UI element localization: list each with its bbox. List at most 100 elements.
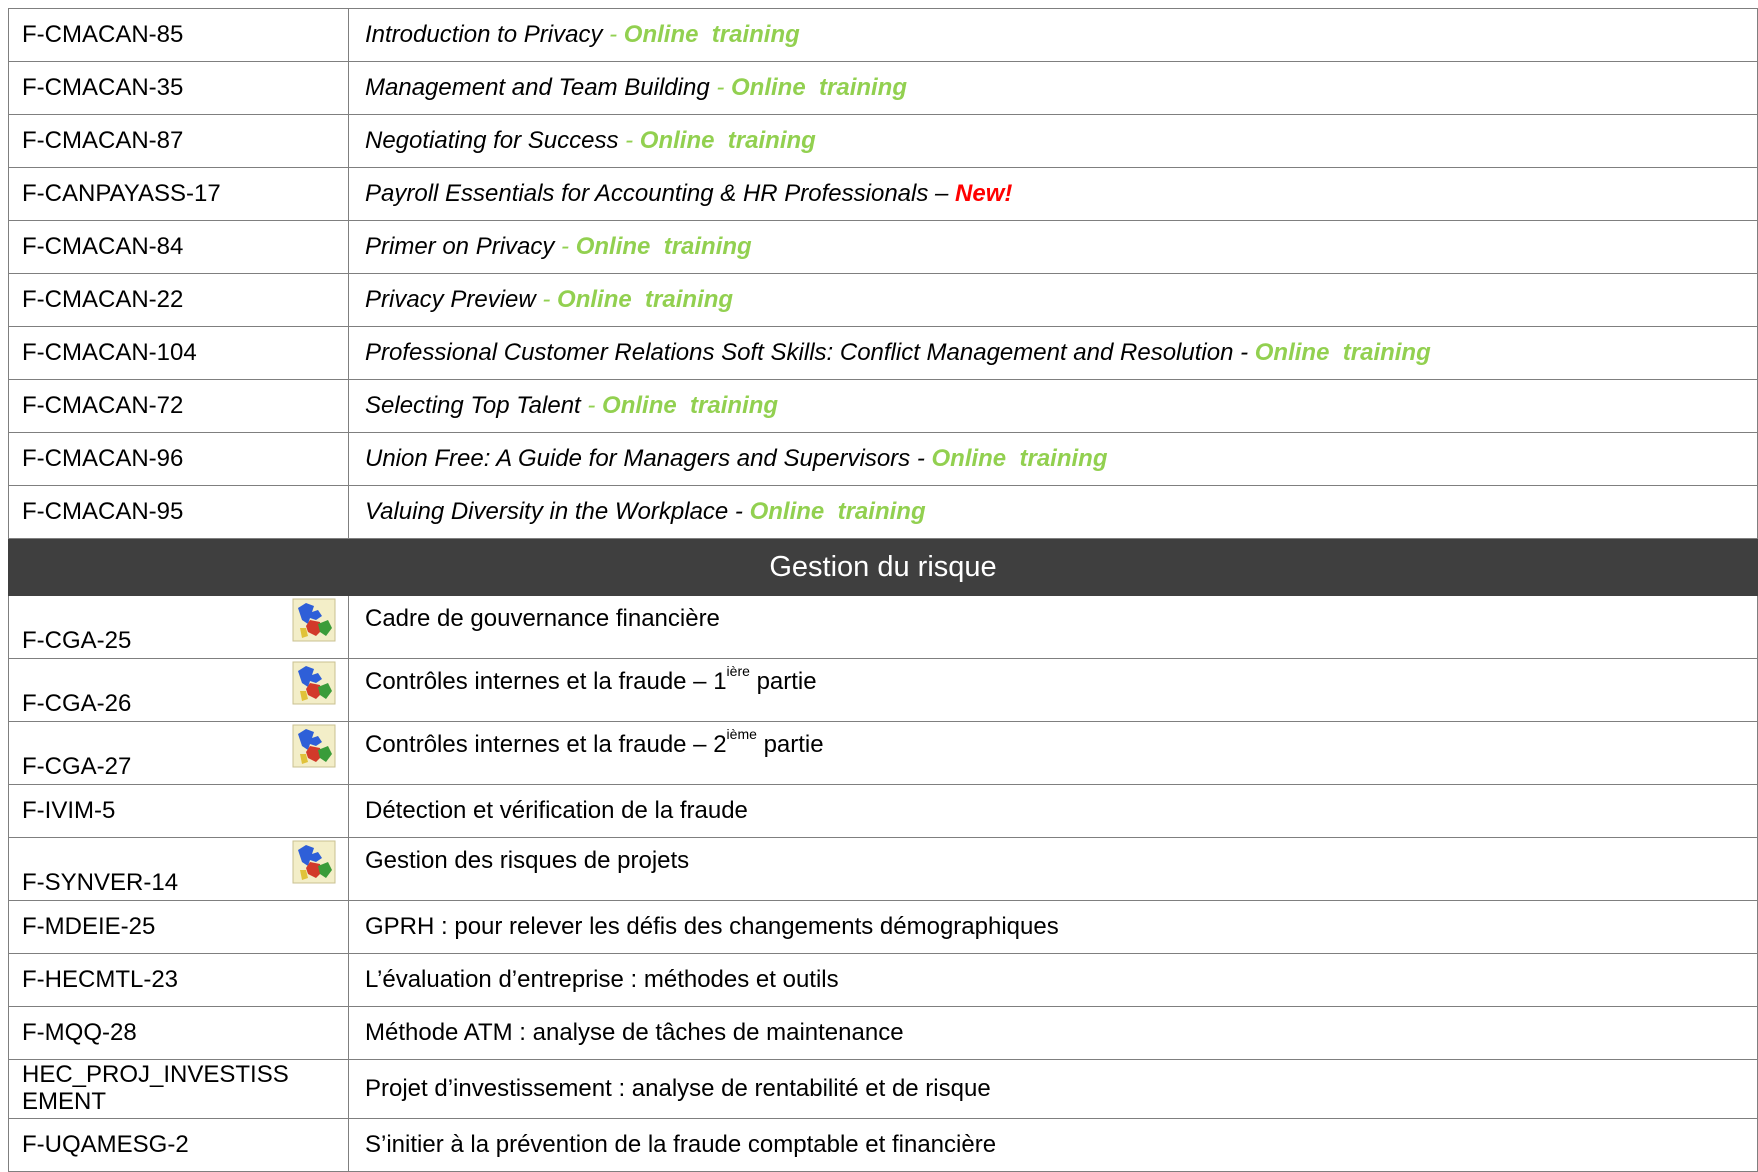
table-row: F-CMACAN-72 Selecting Top Talent - Onlin… [8,379,1758,433]
online-training-tag: Online training [602,392,779,419]
course-title-text: Primer on Privacy [365,233,555,260]
ordinal-superscript: ième [726,726,757,742]
course-code: F-CMACAN-104 [8,326,349,380]
course-code-cell: F-CGA-27 [8,721,349,785]
course-title-text: Privacy Preview [365,286,536,313]
course-title-text: Management and Team Building [365,74,710,101]
course-code: F-SYNVER-14 [22,869,179,896]
new-badge: New! [955,180,1013,207]
separator: - [554,233,576,260]
course-code-cell: F-CGA-26 [8,658,349,722]
online-training-tag: Online training [623,21,800,48]
course-code: F-CANPAYASS-17 [8,167,349,221]
course-code: F-CGA-27 [22,753,132,780]
separator: - [618,127,640,154]
separator: - [535,286,558,313]
course-code: F-CMACAN-87 [8,114,349,168]
quebec-map-icon [292,724,336,768]
course-title-text: Negotiating for Success [365,127,619,154]
course-title: Payroll Essentials for Accounting & HR P… [348,167,1758,221]
course-title: Méthode ATM : analyse de tâches de maint… [348,1006,1758,1060]
course-title: Management and Team Building - Online tr… [348,61,1758,115]
table-row: F-MQQ-28 Méthode ATM : analyse de tâches… [8,1006,1758,1060]
table-row: F-CMACAN-84 Primer on Privacy - Online t… [8,220,1758,274]
table-row: F-CMACAN-22 Privacy Preview - Online tra… [8,273,1758,327]
table-row: F-UQAMESG-2 S’initier à la prévention de… [8,1118,1758,1172]
course-title: Primer on Privacy - Online training [348,220,1758,274]
table-row: F-CMACAN-95 Valuing Diversity in the Wor… [8,485,1758,539]
section-header: Gestion du risque [8,538,1758,596]
separator: - [602,21,624,48]
course-title-suffix: partie [749,668,817,695]
table-row: F-CMACAN-35 Management and Team Building… [8,61,1758,115]
course-code: F-IVIM-5 [8,784,349,838]
table-row: F-CMACAN-104 Professional Customer Relat… [8,326,1758,380]
course-title: L’évaluation d’entreprise : méthodes et … [348,953,1758,1007]
table-row: F-MDEIE-25 GPRH : pour relever les défis… [8,900,1758,954]
table-row: HEC_PROJ_INVESTISS EMENT Projet d’investi… [8,1059,1758,1119]
quebec-map-icon [292,661,336,705]
course-code: F-CMACAN-95 [8,485,349,539]
table-row: F-CMACAN-85 Introduction to Privacy - On… [8,8,1758,62]
course-code-line: EMENT [22,1088,106,1115]
course-title-text: Valuing Diversity in the Workplace - [365,498,750,525]
quebec-map-icon [292,840,336,884]
online-training-tag: Online training [639,127,816,154]
course-title: Cadre de gouvernance financière [348,595,1758,659]
course-code: F-CMACAN-22 [8,273,349,327]
course-code: F-MDEIE-25 [8,900,349,954]
course-title: Contrôles internes et la fraude – 2ième … [348,721,1758,785]
table-row: F-CGA-25 Cadre de gouvernance financière [8,595,1758,659]
course-title-text: Introduction to Privacy [365,21,603,48]
course-code-line: HEC_PROJ_INVESTISS [22,1061,289,1088]
course-title: Détection et vérification de la fraude [348,784,1758,838]
course-table: F-CMACAN-85 Introduction to Privacy - On… [8,8,1758,1172]
online-training-tag: Online training [749,498,926,525]
table-row: F-IVIM-5 Détection et vérification de la… [8,784,1758,838]
ordinal-superscript: ière [726,663,750,679]
course-title: Valuing Diversity in the Workplace - Onl… [348,485,1758,539]
course-title: Contrôles internes et la fraude – 1ière … [348,658,1758,722]
table-row: F-CGA-27 Contrôles internes et la fraude… [8,721,1758,785]
course-title-suffix: partie [756,731,824,758]
course-code: F-CMACAN-35 [8,61,349,115]
course-title-text: Union Free: A Guide for Managers and Sup… [365,445,932,472]
course-title: Professional Customer Relations Soft Ski… [348,326,1758,380]
course-code-cell: HEC_PROJ_INVESTISS EMENT [8,1059,349,1119]
course-title-text: Contrôles internes et la fraude – 2 [365,731,727,758]
course-title: Union Free: A Guide for Managers and Sup… [348,432,1758,486]
course-title-text: Selecting Top Talent [365,392,581,419]
online-training-tag: Online training [557,286,734,313]
course-table-sheet: F-CMACAN-85 Introduction to Privacy - On… [8,8,1758,1172]
table-row: F-CMACAN-96 Union Free: A Guide for Mana… [8,432,1758,486]
course-code: F-MQQ-28 [8,1006,349,1060]
course-title: Privacy Preview - Online training [348,273,1758,327]
separator: - [709,74,731,101]
course-code: F-CMACAN-85 [8,8,349,62]
table-row: F-CGA-26 Contrôles internes et la fraude… [8,658,1758,722]
table-row: F-CANPAYASS-17 Payroll Essentials for Ac… [8,167,1758,221]
separator: - [580,392,603,419]
course-code: F-UQAMESG-2 [8,1118,349,1172]
course-code: F-CMACAN-96 [8,432,349,486]
section-header-row: Gestion du risque [8,538,1758,596]
table-row: F-HECMTL-23 L’évaluation d’entreprise : … [8,953,1758,1007]
course-code: F-HECMTL-23 [8,953,349,1007]
course-title: Projet d’investissement : analyse de ren… [348,1059,1758,1119]
course-title-text: Professional Customer Relations Soft Ski… [365,339,1255,366]
online-training-tag: Online training [931,445,1108,472]
course-title: Negotiating for Success - Online trainin… [348,114,1758,168]
course-code: F-CGA-26 [22,690,132,717]
course-code: F-CMACAN-72 [8,379,349,433]
online-training-tag: Online training [1254,339,1431,366]
table-row: F-SYNVER-14 Gestion des risques de proje… [8,837,1758,901]
course-code-cell: F-SYNVER-14 [8,837,349,901]
course-title: S’initier à la prévention de la fraude c… [348,1118,1758,1172]
course-title: Gestion des risques de projets [348,837,1758,901]
course-code: F-CGA-25 [22,627,132,654]
quebec-map-icon [292,598,336,642]
course-code-cell: F-CGA-25 [8,595,349,659]
online-training-tag: Online training [575,233,752,260]
table-row: F-CMACAN-87 Negotiating for Success - On… [8,114,1758,168]
course-title: Selecting Top Talent - Online training [348,379,1758,433]
